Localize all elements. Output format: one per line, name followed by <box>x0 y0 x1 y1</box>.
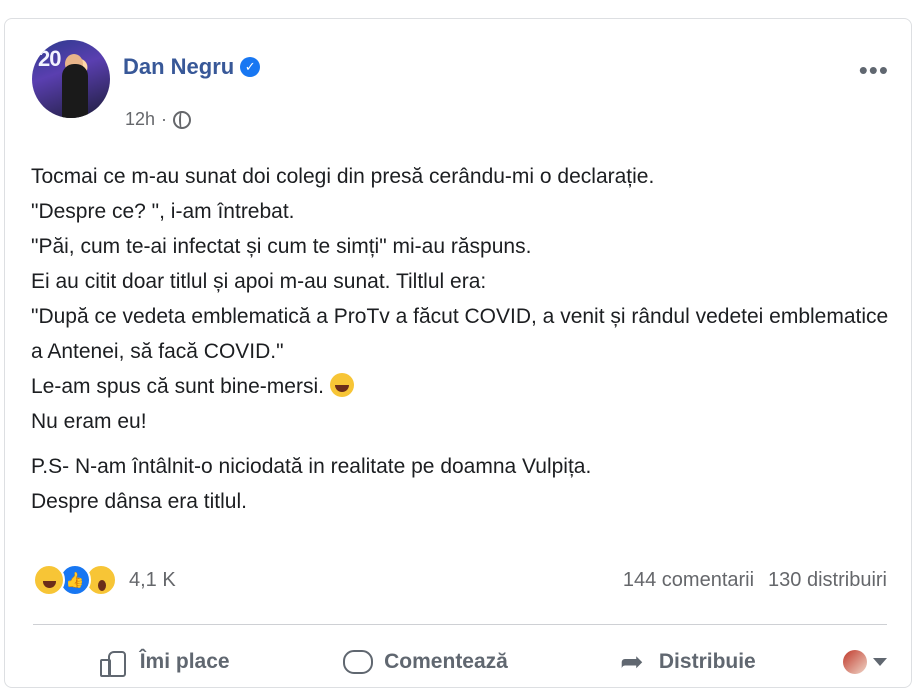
ps-line: Despre dânsa era titlul. <box>31 490 247 513</box>
comment-button[interactable]: Comentează <box>294 649 555 675</box>
like-button[interactable]: Îmi place <box>33 649 294 677</box>
post-stats: 👍 4,1 K 144 comentarii 130 distribuiri <box>33 564 887 596</box>
action-bar: Îmi place Comentează ➦ Distribuie <box>33 634 887 690</box>
haha-icon <box>33 564 65 596</box>
post-line: Ei au citit doar titlul și apoi m-au sun… <box>31 270 487 293</box>
share-label: Distribuie <box>658 650 756 673</box>
post-line: Nu eram eu! <box>31 410 147 433</box>
more-options-icon[interactable]: ••• <box>859 55 889 86</box>
post-time[interactable]: 12h <box>125 109 155 130</box>
laughing-emoji-icon <box>329 373 354 397</box>
post-meta: 12h · <box>125 109 192 130</box>
chevron-down-icon <box>872 658 887 666</box>
post-line: "Păi, cum te-ai infectat și cum te simți… <box>31 235 532 258</box>
post-line: "După ce vedeta emblematică a ProTv a fă… <box>31 305 889 363</box>
post-line-with-emoji: Le-am spus că sunt bine-mersi. <box>31 369 891 404</box>
avatar-text: 20 <box>38 46 62 71</box>
speech-bubble-icon <box>342 649 374 675</box>
post-body: Tocmai ce m-au sunat doi colegi din pres… <box>31 159 891 519</box>
thumbs-up-icon <box>98 649 128 677</box>
verified-badge-icon: ✓ <box>240 57 261 77</box>
ps-line: P.S- N-am întâlnit-o niciodată in realit… <box>31 455 592 478</box>
meta-separator: · <box>161 109 168 129</box>
divider <box>33 624 887 625</box>
share-arrow-icon: ➦ <box>620 646 644 677</box>
avatar-figure <box>62 64 88 118</box>
post-card: 20 Dan Negru ✓ 12h · ••• Tocmai ce m-au … <box>4 18 912 688</box>
author-name[interactable]: Dan Negru <box>123 54 234 80</box>
reactions-count[interactable]: 4,1 K <box>129 569 176 592</box>
profile-avatar <box>842 650 867 674</box>
post-line: "Despre ce? ", i-am întrebat. <box>31 200 295 223</box>
reactions-summary[interactable]: 👍 <box>33 564 117 596</box>
author-avatar[interactable]: 20 <box>32 40 110 118</box>
reaction-profile-selector[interactable] <box>817 650 887 674</box>
comment-label: Comentează <box>384 650 508 673</box>
share-button[interactable]: ➦ Distribuie <box>556 646 817 677</box>
shares-count[interactable]: 130 distribuiri <box>768 569 887 592</box>
globe-icon[interactable] <box>173 110 192 129</box>
post-line-text: Le-am spus că sunt bine-mersi. <box>31 375 324 398</box>
engagement-counts: 144 comentarii 130 distribuiri <box>623 569 887 592</box>
post-line: Tocmai ce m-au sunat doi colegi din pres… <box>31 165 655 188</box>
author-row: Dan Negru ✓ <box>123 54 261 80</box>
comments-count[interactable]: 144 comentarii <box>623 569 754 592</box>
like-label: Îmi place <box>139 650 230 673</box>
